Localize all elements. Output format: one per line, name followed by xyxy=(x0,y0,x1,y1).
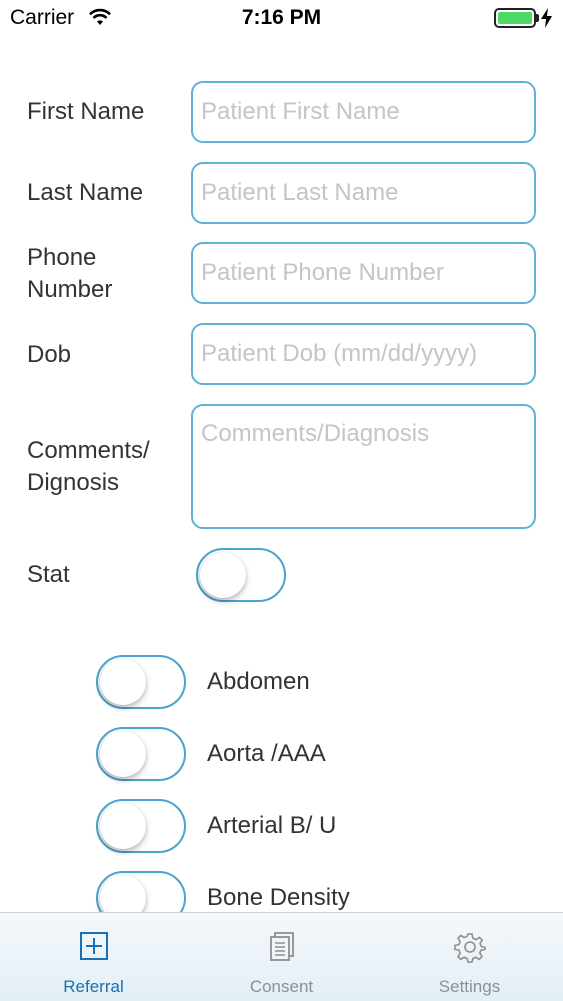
status-time: 7:16 PM xyxy=(241,6,322,29)
comments-label-line2: Dignosis xyxy=(27,469,120,496)
document-stack-icon xyxy=(267,931,297,968)
toggle-knob xyxy=(100,803,146,849)
comments-label: Comments/ Dignosis xyxy=(27,435,150,499)
aorta-aaa-toggle[interactable] xyxy=(96,727,186,781)
abdomen-toggle[interactable] xyxy=(96,655,186,709)
arterial-bu-label: Arterial B/ U xyxy=(207,812,337,839)
status-bar: Carrier 7:16 PM xyxy=(0,0,563,40)
plus-square-icon xyxy=(79,931,109,966)
bone-density-label: Bone Density xyxy=(207,884,350,911)
phone-label-line2: Number xyxy=(27,276,113,303)
toggle-knob xyxy=(100,659,146,705)
tab-settings[interactable]: Settings xyxy=(376,913,563,1001)
dob-label: Dob xyxy=(27,341,72,368)
charging-bolt-icon xyxy=(541,8,553,33)
phone-label-line1: Phone xyxy=(27,244,97,271)
first-name-input[interactable] xyxy=(191,81,536,143)
tab-referral[interactable]: Referral xyxy=(0,913,187,1001)
stat-toggle[interactable] xyxy=(196,548,286,602)
battery-icon xyxy=(494,8,536,28)
last-name-label: Last Name xyxy=(27,179,144,206)
tab-referral-label: Referral xyxy=(63,977,124,996)
comments-label-line1: Comments/ xyxy=(27,437,150,464)
phone-number-input[interactable] xyxy=(191,242,536,304)
last-name-input[interactable] xyxy=(191,162,536,224)
aorta-aaa-label: Aorta /AAA xyxy=(207,740,326,767)
toggle-knob xyxy=(200,552,246,598)
first-name-label: First Name xyxy=(27,98,145,125)
phone-number-label: Phone Number xyxy=(27,242,112,306)
tab-consent-label: Consent xyxy=(249,977,314,996)
dob-input[interactable] xyxy=(191,323,536,385)
comments-textarea[interactable] xyxy=(191,404,536,529)
stat-label: Stat xyxy=(27,561,70,588)
toggle-knob xyxy=(100,731,146,777)
arterial-bu-toggle[interactable] xyxy=(96,799,186,853)
battery-cap xyxy=(536,14,539,22)
tab-settings-label: Settings xyxy=(438,977,501,996)
gear-icon xyxy=(453,931,486,968)
tab-bar: Referral Consent Settings xyxy=(0,912,563,1001)
abdomen-label: Abdomen xyxy=(207,668,310,695)
tab-consent[interactable]: Consent xyxy=(188,913,375,1001)
